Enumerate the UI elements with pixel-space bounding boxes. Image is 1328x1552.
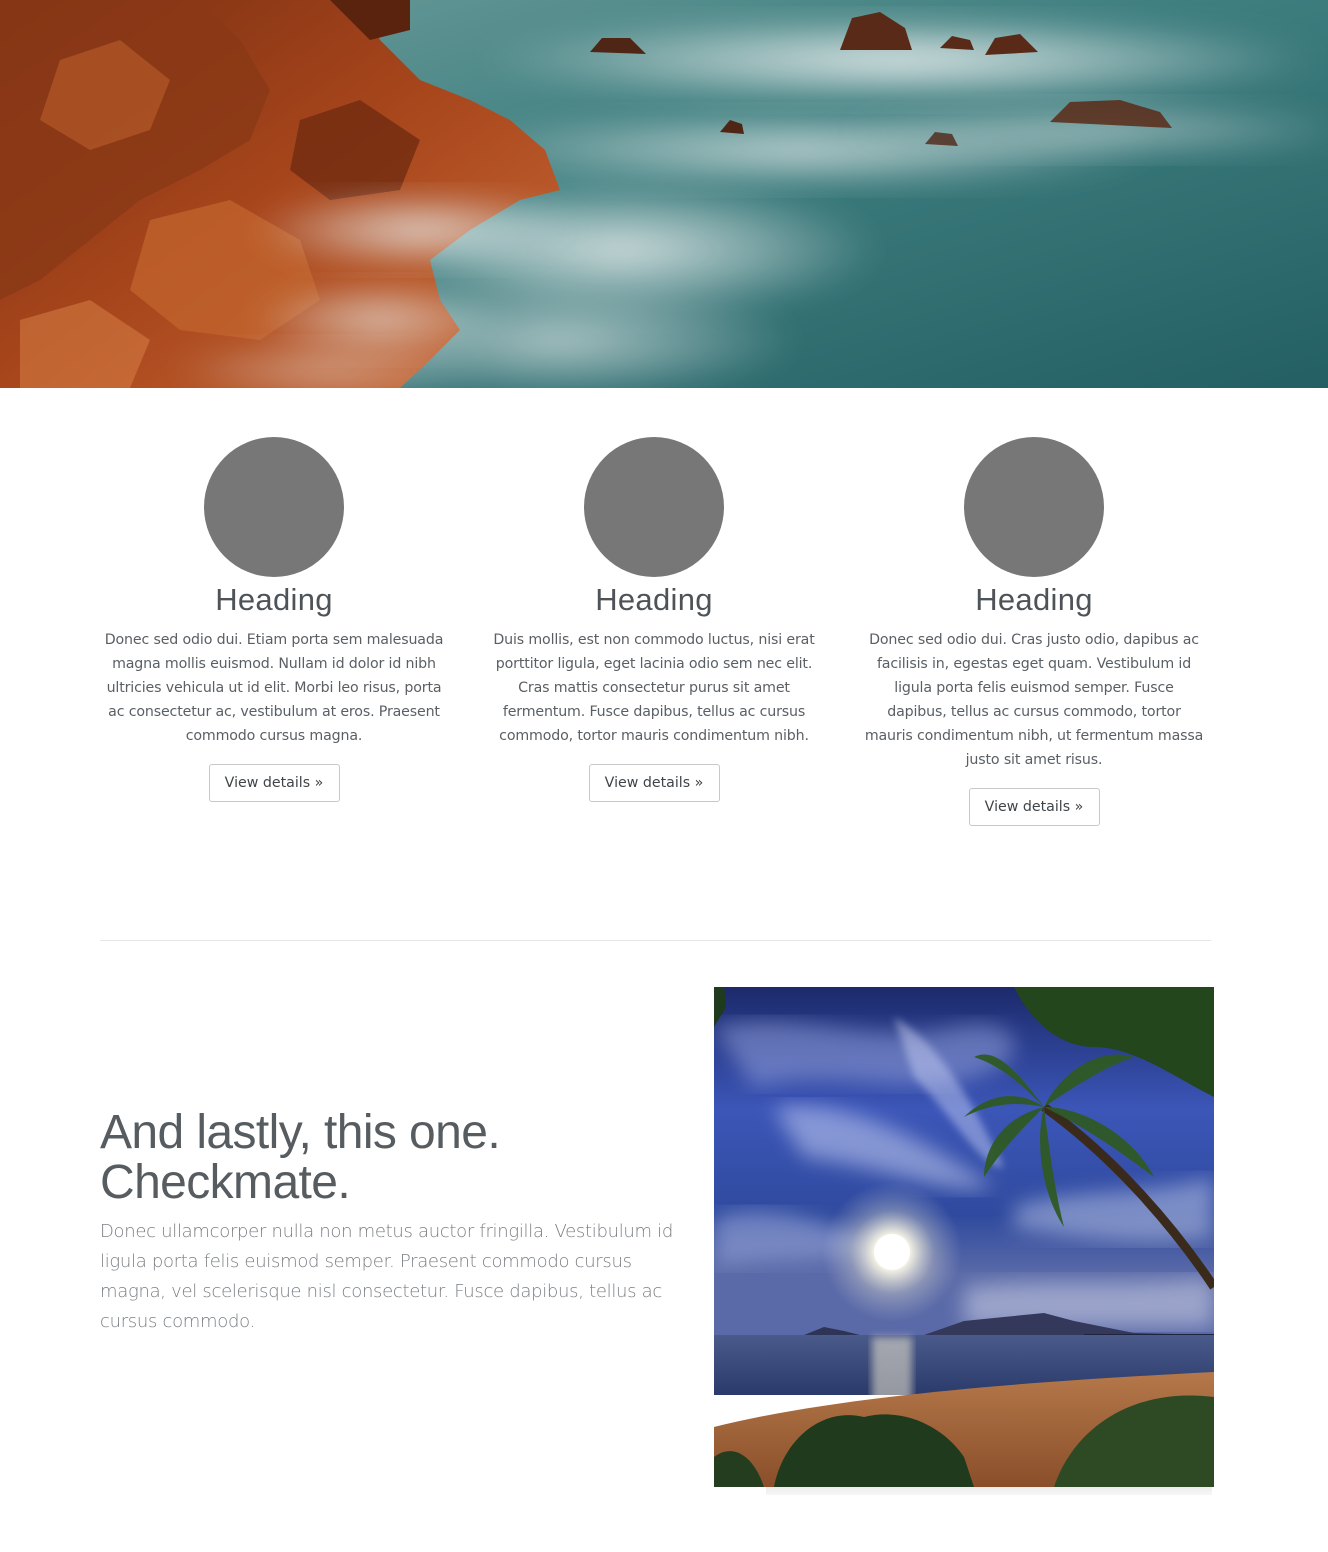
hero-banner-image bbox=[0, 0, 1328, 388]
featurette-divider bbox=[100, 940, 1211, 941]
view-details-button[interactable]: View details » bbox=[208, 764, 340, 802]
featurette-image bbox=[714, 987, 1214, 1487]
feature-column-3: Heading Donec sed odio dui. Cras justo o… bbox=[864, 437, 1204, 826]
feature-column-1: Heading Donec sed odio dui. Etiam porta … bbox=[104, 437, 444, 802]
feature-text: Duis mollis, est non commodo luctus, nis… bbox=[493, 632, 815, 744]
feature-text: Donec sed odio dui. Etiam porta sem male… bbox=[104, 632, 444, 744]
featurette-text-block: And lastly, this one. Checkmate. Donec u… bbox=[100, 1108, 700, 1337]
view-details-button[interactable]: View details » bbox=[588, 764, 720, 802]
placeholder-circle-image bbox=[204, 437, 344, 577]
view-details-button[interactable]: View details » bbox=[968, 788, 1100, 826]
feature-text: Donec sed odio dui. Cras justo odio, dap… bbox=[864, 632, 1204, 768]
image-shadow bbox=[766, 1487, 1212, 1495]
coastline-illustration bbox=[0, 0, 1328, 388]
feature-heading: Heading bbox=[215, 582, 333, 617]
placeholder-circle-image bbox=[584, 437, 724, 577]
feature-heading: Heading bbox=[595, 582, 713, 617]
placeholder-circle-image bbox=[964, 437, 1104, 577]
page: Heading Donec sed odio dui. Etiam porta … bbox=[0, 0, 1328, 1552]
featurette-heading: And lastly, this one. Checkmate. bbox=[100, 1106, 501, 1209]
feature-heading: Heading bbox=[975, 582, 1093, 617]
featurette-lead: Donec ullamcorper nulla non metus auctor… bbox=[100, 1221, 673, 1332]
beach-sunset-illustration bbox=[714, 987, 1214, 1487]
feature-column-2: Heading Duis mollis, est non commodo luc… bbox=[484, 437, 824, 802]
